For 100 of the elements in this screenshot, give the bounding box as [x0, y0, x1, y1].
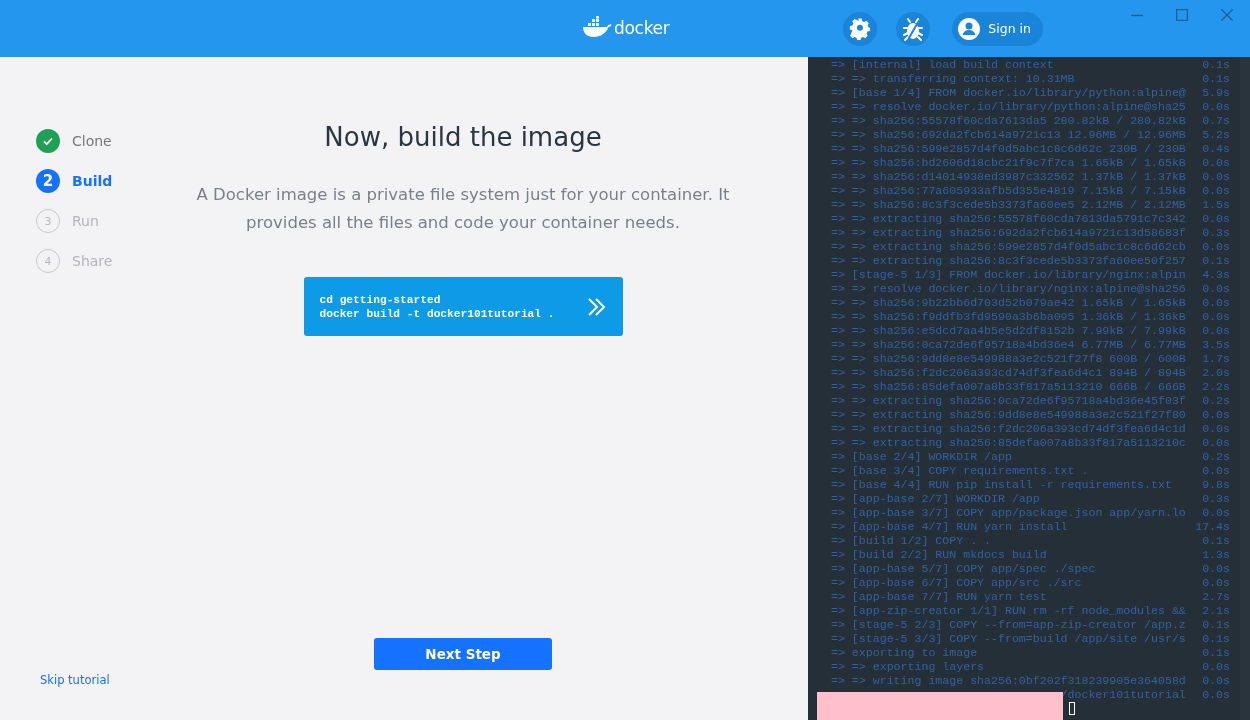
log-line: => => sha256:e5dcd7aa4b5e5d2df8152b 7.99kB / 7.99kB [831, 324, 1187, 338]
log-duration: 1.5s [1202, 198, 1230, 212]
log-line: => => exporting layers [831, 660, 986, 674]
log-duration: 0.1s [1202, 72, 1230, 86]
log-duration: 2.1s [1202, 604, 1230, 618]
scrollbar-track[interactable] [1240, 57, 1250, 720]
log-duration: 2.2s [1202, 380, 1230, 394]
log-duration: 0.0s [1202, 296, 1230, 310]
command-text: docker build -t docker101tutorial . [319, 306, 555, 321]
step-number: 2 [36, 169, 60, 193]
log-line: => [app-base 3/7] COPY app/package.json app/yarn.lo [831, 506, 1187, 520]
log-line: => => sha256:692da2fcb614a9721c13 12.96MB / 12.96MB [831, 128, 1187, 142]
bug-icon [901, 16, 926, 41]
skip-tutorial-link[interactable]: Skip tutorial [40, 673, 110, 687]
log-line: => [base 1/4] FROM docker.io/library/python:alpine@ [831, 86, 1187, 100]
log-line: => => sha256:d14014938ed3987c332562 1.37kB / 1.37kB [831, 170, 1187, 184]
log-line: => [app-base 6/7] COPY app/src ./src [831, 576, 1083, 590]
log-duration: 0.0s [1202, 408, 1230, 422]
maximize-icon[interactable] [1176, 9, 1188, 21]
log-duration: 0.0s [1202, 506, 1230, 520]
log-line: => => extracting sha256:692da2fcb614a9721c13d58683f [831, 226, 1187, 240]
log-line: => [stage-5 3/3] COPY --from=build /app/site /usr/s [831, 632, 1187, 646]
settings-icon [849, 17, 872, 40]
log-duration: 0.2s [1202, 450, 1230, 464]
log-duration: 3.5s [1202, 338, 1230, 352]
log-duration: 0.2s [1202, 394, 1230, 408]
close-icon[interactable] [1221, 9, 1233, 21]
log-duration: 0.0s [1202, 324, 1230, 338]
log-line: => => extracting sha256:f2dc206a393cd74df3fea6d4c1d [831, 422, 1187, 436]
log-line: => => extracting sha256:0ca72de6f95718a4bd36e45f03f [831, 394, 1187, 408]
log-line: => [app-base 2/7] WORKDIR /app [831, 492, 1041, 506]
log-line: => => extracting sha256:599e2857d4f0d5abc1c8c6d62cb [831, 240, 1187, 254]
log-line: => => sha256:f2dc206a393cd74df3fea6d4c1 894B / 894B [831, 366, 1187, 380]
log-line: => [base 4/4] RUN pip install -r requirements.txt [831, 478, 1173, 492]
log-line: => => sha256:f9ddfb3fd9590a3b6ba095 1.36kB / 1.36kB [831, 310, 1187, 324]
log-duration: 0.1s [1202, 632, 1230, 646]
log-line: => => sha256:85defa007a8b33f817a5113210 666B / 666B [831, 380, 1187, 394]
sign-in-button[interactable]: Sign in [952, 11, 1043, 46]
text-cursor [1069, 702, 1075, 715]
log-duration: 5.2s [1202, 128, 1230, 142]
step-label[interactable]: Build [72, 173, 113, 189]
log-duration: 9.8s [1202, 478, 1230, 492]
log-line: => => extracting sha256:85defa007a8b33f817a5113210c [831, 436, 1187, 450]
next-step-button[interactable]: Next Step [374, 638, 552, 670]
bug-report-button[interactable] [896, 11, 931, 46]
command-text: cd getting-started [319, 292, 442, 307]
log-line: => => resolve docker.io/library/python:alpine@sha25 [831, 100, 1187, 114]
log-line: => => extracting sha256:55578f60cda7613da5791c7c342 [831, 212, 1187, 226]
log-duration: 17.4s [1195, 520, 1230, 534]
log-duration: 0.0s [1202, 674, 1230, 688]
log-duration: 0.1s [1202, 58, 1230, 72]
log-duration: 0.0s [1202, 422, 1230, 436]
log-duration: 0.0s [1202, 310, 1230, 324]
log-line: => => sha256:599e2857d4f0d5abc1c8c6d62c 230B / 230B [831, 142, 1187, 156]
log-line: => => sha256:9dd8e8e549988a3e2c521f27f8 600B / 600B [831, 352, 1187, 366]
log-duration: 0.1s [1202, 534, 1230, 548]
log-duration: 0.0s [1202, 464, 1230, 478]
log-line: => => sha256:8c3f3cede5b3373fa60ee5 2.12MB / 2.12MB [831, 198, 1187, 212]
description-text: A Docker image is a private file system just for your container. It provides all the files and code your container needs. [195, 184, 731, 234]
log-duration: 0.3s [1202, 226, 1230, 240]
log-duration: 0.1s [1202, 254, 1230, 268]
log-duration: 2.7s [1202, 590, 1230, 604]
step-label[interactable]: Clone [72, 133, 112, 149]
whale-logo-icon [582, 16, 612, 38]
log-line: => [internal] load build context [831, 58, 1055, 72]
settings-button[interactable] [843, 11, 878, 46]
log-line: => => extracting sha256:9dd8e8e549988a3e2c521f27f80 [831, 408, 1187, 422]
log-duration: 0.1s [1202, 646, 1230, 660]
log-line: => => sha256:77a605933afb5d355e4819 7.15kB / 7.15kB [831, 184, 1187, 198]
log-line: => => writing image sha256:0bf202f318239905e364058d [831, 674, 1187, 688]
log-duration: 0.0s [1202, 282, 1230, 296]
user-avatar-icon [958, 17, 981, 40]
log-duration: 0.0s [1202, 562, 1230, 576]
log-line: => => sha256:9b22bb6d703d52b079ae42 1.65kB / 1.65kB [831, 296, 1187, 310]
log-duration: 0.0s [1202, 100, 1230, 114]
log-duration: 0.0s [1202, 156, 1230, 170]
log-line: => => resolve docker.io/library/nginx:alpine@sha256 [831, 282, 1187, 296]
log-line: /docker101tutorial [1059, 688, 1187, 702]
log-line: => [app-zip-creator 1/1] RUN rm -rf node_modules && [831, 604, 1187, 618]
command-block[interactable]: cd getting-started docker build -t docker101tutorial . [303, 277, 623, 336]
log-duration: 0.0s [1202, 576, 1230, 590]
log-line: => => extracting sha256:8c3f3cede5b3373fa60ee50f257 [831, 254, 1187, 268]
log-line: => [stage-5 1/3] FROM docker.io/library/nginx:alpin [831, 268, 1187, 282]
log-line: => [base 2/4] WORKDIR /app [831, 450, 1013, 464]
log-line: => exporting to image [831, 646, 979, 660]
log-line: => [build 1/2] COPY . . [831, 534, 993, 548]
log-duration: 0.0s [1202, 436, 1230, 450]
log-line: => => sha256:bd2606d18cbc21f9c7f7ca 1.65kB / 1.65kB [831, 156, 1187, 170]
double-chevron-icon [586, 296, 607, 317]
log-duration: 0.3s [1202, 492, 1230, 506]
log-duration: 4.3s [1202, 268, 1230, 282]
log-duration: 0.0s [1202, 688, 1230, 702]
log-line: => [stage-5 2/3] COPY --from=app-zip-creator /app.z [831, 618, 1187, 632]
log-line: => [base 3/4] COPY requirements.txt . [831, 464, 1090, 478]
log-line: => => sha256:55578f60cda7613da5 280.82kB / 280.82kB [831, 114, 1187, 128]
log-duration: 0.0s [1202, 240, 1230, 254]
page-heading: Now, build the image [324, 122, 602, 152]
log-duration: 0.7s [1202, 114, 1230, 128]
log-line: => => transferring context: 10.31MB [831, 72, 1076, 86]
log-line: => [build 2/2] RUN mkdocs build [831, 548, 1048, 562]
